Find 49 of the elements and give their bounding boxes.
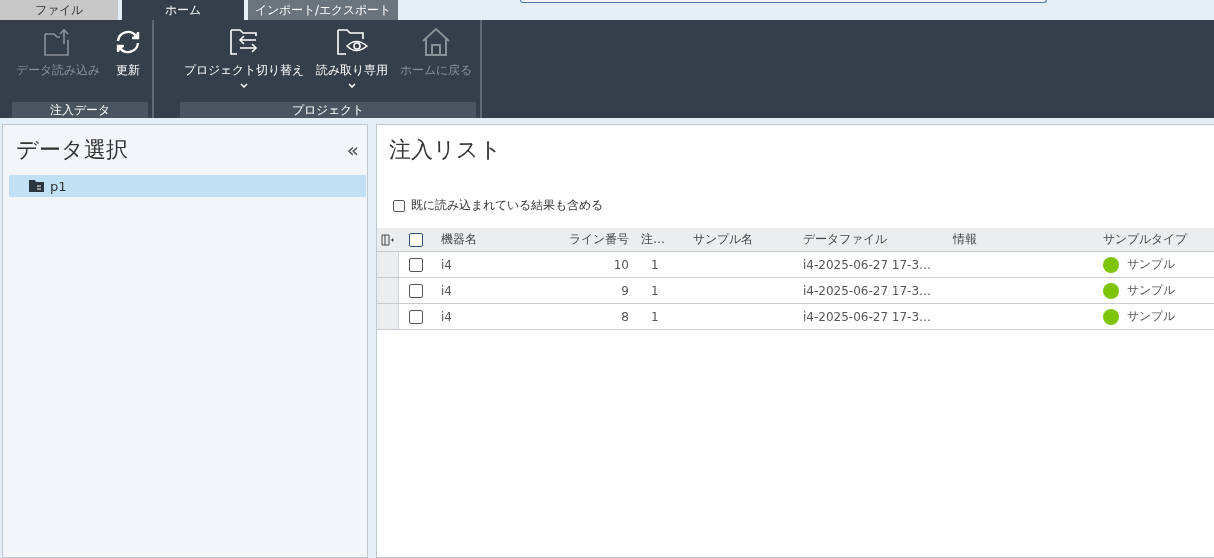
table-cell: 9: [621, 283, 629, 298]
ribbon-button[interactable]: 読み取り専用: [312, 26, 392, 102]
ribbon-button[interactable]: プロジェクト切り替え: [180, 26, 308, 102]
home-icon: [420, 26, 452, 58]
column-header[interactable]: 注…: [637, 228, 689, 252]
table-cell: 8: [621, 309, 629, 324]
table-cell: 1: [651, 257, 659, 272]
panel-title: データ選択: [16, 136, 128, 164]
table-cell: サンプル: [1127, 256, 1175, 273]
table-cell: i4: [441, 283, 452, 298]
table-cell: i4-2025-06-27 17-3…: [803, 283, 932, 298]
column-header[interactable]: 機器名: [437, 228, 569, 252]
row-handle[interactable]: [377, 304, 399, 330]
ribbon-button[interactable]: 更新: [108, 26, 148, 102]
table-cell: 10: [613, 257, 629, 272]
ribbon-tab[interactable]: ファイル: [0, 0, 118, 20]
ribbon-tab[interactable]: ホーム: [122, 0, 244, 20]
column-header[interactable]: サンプル名: [689, 228, 799, 252]
row-checkbox[interactable]: [409, 257, 423, 272]
table-cell: i4: [441, 309, 452, 324]
row-handle[interactable]: [377, 252, 399, 278]
ribbon-tab[interactable]: インポート/エクスポート: [248, 0, 398, 20]
row-checkbox[interactable]: [409, 309, 423, 324]
column-header[interactable]: データファイル: [799, 228, 949, 252]
table-cell: i4-2025-06-27 17-3…: [803, 309, 932, 324]
folder-eye-icon: [335, 26, 369, 58]
group-label: 注入データ: [12, 102, 148, 118]
folder-icon: [29, 180, 44, 192]
tree-item[interactable]: p1: [9, 175, 366, 197]
collapse-button[interactable]: «: [346, 138, 359, 162]
column-header[interactable]: ライン番号: [569, 228, 637, 252]
table-cell: 1: [651, 283, 659, 298]
table-cell: 1: [651, 309, 659, 324]
group-label: プロジェクト: [180, 102, 476, 118]
column-header[interactable]: 情報: [949, 228, 1099, 252]
column-header[interactable]: サンプルタイプ: [1099, 228, 1214, 252]
include-checkbox[interactable]: 既に読み込まれている結果も含める: [393, 197, 1214, 214]
row-checkbox[interactable]: [409, 283, 423, 298]
panel-title: 注入リスト: [388, 136, 503, 164]
row-handle[interactable]: [377, 278, 399, 304]
table-cell: サンプル: [1127, 282, 1175, 299]
table-cell: i4-2025-06-27 17-3…: [803, 257, 932, 272]
caret-icon: [240, 83, 248, 88]
folder-arrows-icon: [228, 26, 260, 58]
column-chooser-icon[interactable]: [381, 233, 395, 246]
select-all-checkbox[interactable]: [409, 232, 423, 247]
table-cell: i4: [441, 257, 452, 272]
table-cell: サンプル: [1127, 308, 1175, 325]
caret-icon: [348, 83, 356, 88]
